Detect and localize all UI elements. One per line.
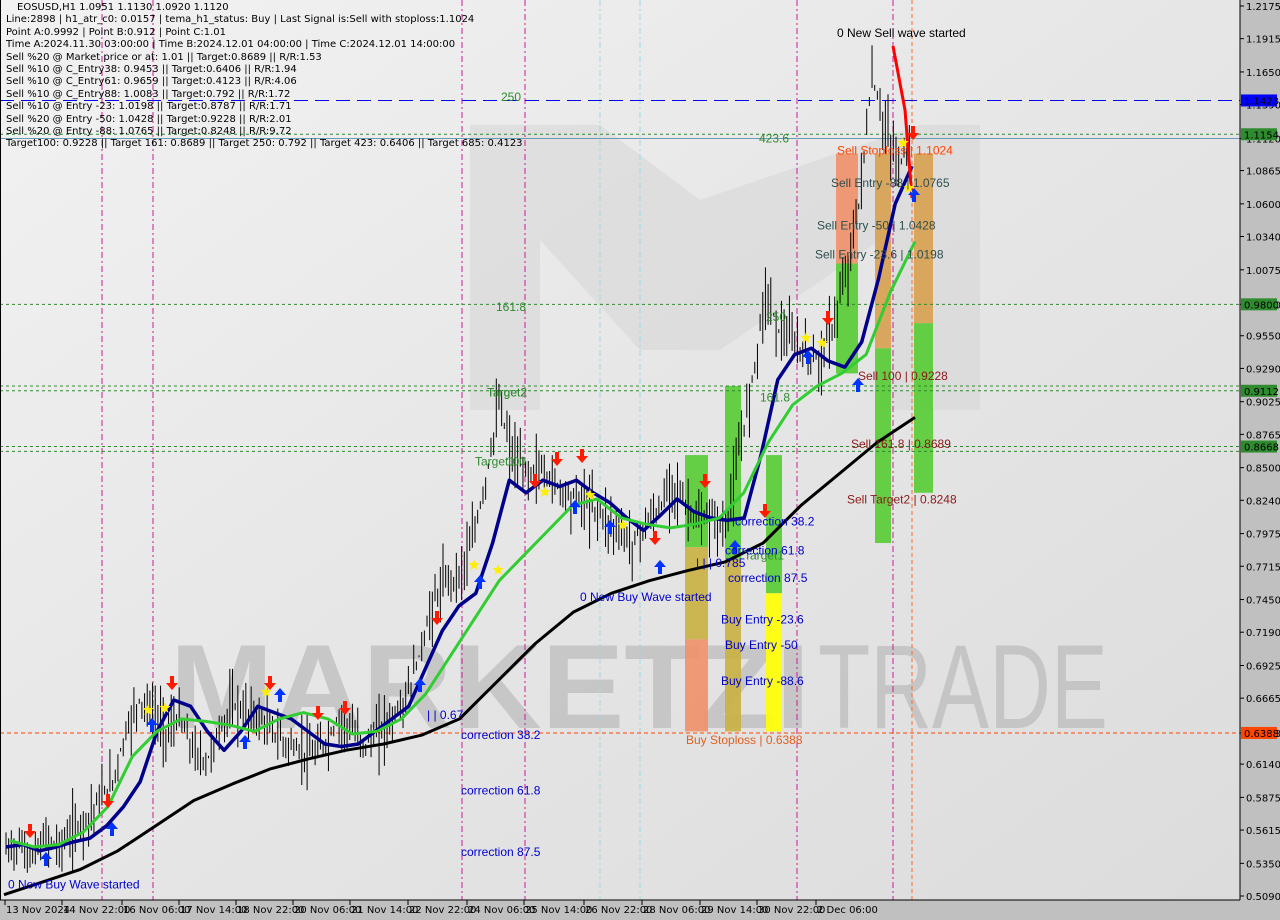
annotation-label: Sell Entry -23.6 | 1.0198 xyxy=(815,247,944,261)
annotation-label: | | 0.67 xyxy=(427,708,464,722)
annotation-label: | | | 0.785 xyxy=(696,556,746,570)
annotation-label: Sell 100 | 0.9228 xyxy=(858,369,948,383)
annotation-label: 0 New Sell wave started xyxy=(837,26,966,40)
y-tick-label: 0.9290 xyxy=(1246,364,1280,375)
annotation-label: Target2 xyxy=(487,385,527,399)
annotation-label: Sell Entry -88 | 1.0765 xyxy=(831,176,950,190)
annotation-label: 161.8 xyxy=(496,300,526,314)
watermark-text-right: TRADE xyxy=(818,620,1108,754)
y-tick-label: 0.5875 xyxy=(1246,793,1280,804)
annotation-label: correction 61.8 xyxy=(461,783,541,797)
annotation-label: Buy Entry -50 xyxy=(725,638,798,652)
annotation-label: correction 87.5 xyxy=(461,845,541,859)
price-tag-label: 0.9800 xyxy=(1244,300,1279,311)
y-tick-label: 0.7190 xyxy=(1246,628,1280,639)
y-tick-label: 1.2175 xyxy=(1246,2,1280,13)
y-tick-label: 0.9025 xyxy=(1246,398,1280,409)
sell-zone-1 xyxy=(836,263,858,374)
y-tick-label: 0.6925 xyxy=(1246,661,1280,672)
annotation-label: 250 xyxy=(766,310,786,324)
x-tick-label: 25 Nov 14:00 xyxy=(525,905,592,916)
annotation-label: Target1 xyxy=(475,454,515,468)
sell-zone-3 xyxy=(914,323,933,493)
y-tick-label: 0.8240 xyxy=(1246,496,1280,507)
annotation-label: correction 38.2 xyxy=(735,515,815,529)
annotation-label: 161.8 xyxy=(760,390,790,404)
info-line: Sell %10 @ Entry -23: 1.0198 || Target:0… xyxy=(6,101,292,113)
info-line: Sell %20 @ Entry -50: 1.0428 || Target:0… xyxy=(6,113,292,125)
y-tick-label: 0.5615 xyxy=(1246,826,1280,837)
y-tick-label: 0.8500 xyxy=(1246,464,1280,475)
y-tick-label: 1.0600 xyxy=(1246,200,1280,211)
y-tick-label: 0.7715 xyxy=(1246,562,1280,573)
y-tick-label: 1.0340 xyxy=(1246,233,1280,244)
price-tag-label: 0.6388 xyxy=(1244,729,1279,740)
x-tick-label: 30 Nov 22:00 xyxy=(758,905,825,916)
y-tick-label: 1.1650 xyxy=(1246,68,1280,79)
annotation-label: Sell 161.8 | 0.8689 xyxy=(851,437,951,451)
x-tick-label: 13 Nov 2024 xyxy=(6,905,70,916)
annotation-label: Sell Target2 | 0.8248 xyxy=(847,492,957,506)
x-tick-label: 14 Nov 22:00 xyxy=(63,905,130,916)
info-line: Sell %20 @ Entry -88: 1.0765 || Target:0… xyxy=(6,126,292,138)
y-tick-label: 1.1915 xyxy=(1246,35,1280,46)
y-tick-label: 0.6140 xyxy=(1246,760,1280,771)
annotation-label: 0 New Buy Wave started xyxy=(580,590,712,604)
info-line: Sell %10 @ C_Entry61: 0.9659 || Target:0… xyxy=(6,76,297,88)
info-line: Target100: 0.9228 || Target 161: 0.8689 … xyxy=(6,138,523,150)
y-tick-label: 0.7975 xyxy=(1246,530,1280,541)
y-tick-label: 0.7450 xyxy=(1246,596,1280,607)
annotation-label: 423.6 xyxy=(759,132,789,146)
y-tick-label: 1.0865 xyxy=(1246,167,1280,178)
x-tick-label: 2 Dec 06:00 xyxy=(817,905,878,916)
x-tick-label: 22 Nov 22:00 xyxy=(409,905,476,916)
y-tick-label: 0.5090 xyxy=(1246,892,1280,903)
indicator-info-panel: EOSUSD,H1 1.0951 1.1130 1.0920 1.1120 Li… xyxy=(6,2,523,151)
info-line: Time A:2024.11.30 03:00:00 | Time B:2024… xyxy=(6,39,456,51)
info-line: Point A:0.9992 | Point B:0.912 | Point C… xyxy=(6,26,226,38)
price-tag-label: 0.9112 xyxy=(1244,387,1279,398)
price-tag-label: 0.8668 xyxy=(1244,443,1279,454)
info-line: Line:2898 | h1_atr_c0: 0.0157 | tema_h1_… xyxy=(6,14,475,26)
price-tag-label: 1.1423 xyxy=(1244,96,1279,107)
info-line: Sell %20 @ Market price or at: 1.01 || T… xyxy=(6,51,322,63)
annotation-label: Sell Stoploss | 1.1024 xyxy=(837,144,953,158)
buy-zone-1 xyxy=(685,639,708,732)
annotation-label: correction 87.5 xyxy=(728,571,808,585)
info-line: Sell %10 @ C_Entry88: 1.0083 || Target:0… xyxy=(6,88,291,100)
y-tick-label: 0.9550 xyxy=(1246,332,1280,343)
annotation-label: Buy Stoploss | 0.6388 xyxy=(686,733,803,747)
annotation-label: Buy Entry -23.6 xyxy=(721,613,804,627)
annotation-label: correction 38.2 xyxy=(461,728,541,742)
y-tick-label: 0.6665 xyxy=(1246,694,1280,705)
annotation-label: 0 New Buy Wave started xyxy=(8,878,140,892)
symbol-ohlc: EOSUSD,H1 1.0951 1.1130 1.0920 1.1120 xyxy=(17,2,229,13)
info-line: Sell %10 @ C_Entry38: 0.9453 || Target:0… xyxy=(6,64,297,76)
y-tick-label: 0.5350 xyxy=(1246,859,1280,870)
annotation-label: Buy Entry -88.6 xyxy=(721,674,804,688)
price-tag-label: 1.1154 xyxy=(1244,130,1279,141)
y-tick-label: 0.8765 xyxy=(1246,430,1280,441)
y-tick-label: 1.0075 xyxy=(1246,266,1280,277)
annotation-label: Sell Entry -50 | 1.0428 xyxy=(817,218,936,232)
